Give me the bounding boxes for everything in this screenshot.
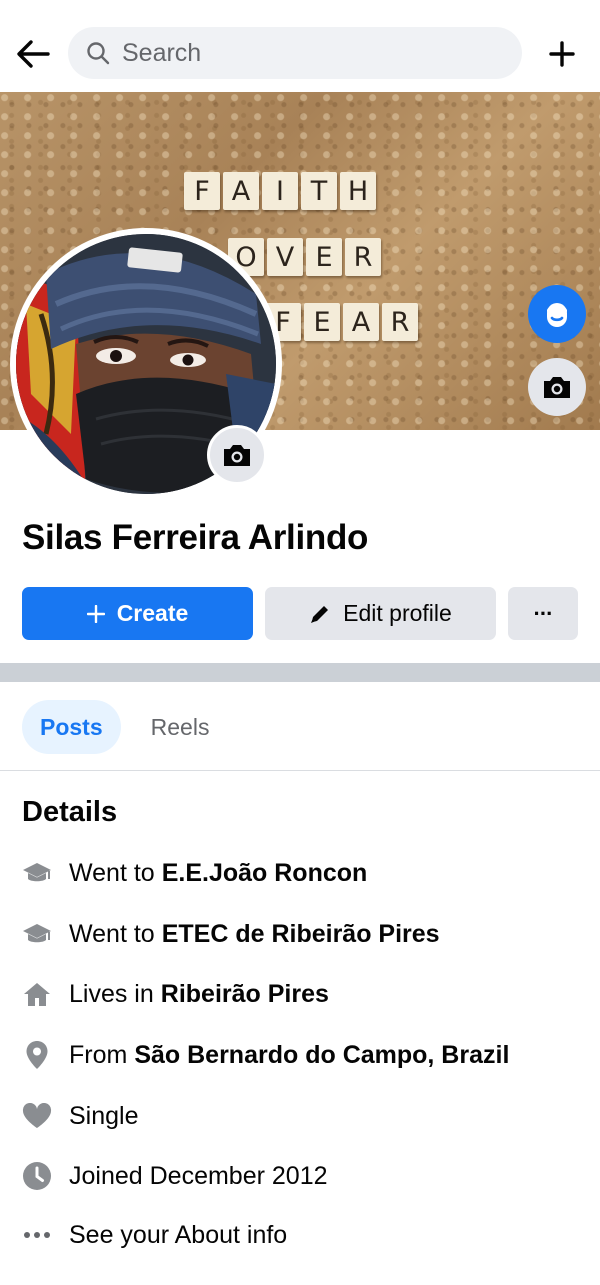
edit-cover-photo-button[interactable] (528, 358, 586, 416)
cover-tiles-row-1: F A I T H (184, 172, 376, 210)
edit-profile-picture-button[interactable] (207, 425, 267, 485)
graduation-cap-icon (22, 919, 52, 949)
letter-tile: T (301, 172, 337, 210)
back-button[interactable] (12, 33, 54, 75)
letter-tile: V (267, 238, 303, 276)
create-button-label: Create (116, 600, 189, 626)
edit-profile-button[interactable]: Edit profile (265, 587, 496, 640)
tab-posts[interactable]: Posts (22, 700, 121, 754)
detail-joined[interactable]: Joined December 2012 (22, 1156, 328, 1196)
create-button[interactable]: Create (22, 587, 253, 640)
cover-tiles-row-2: O V E R (228, 238, 381, 276)
letter-tile: R (345, 238, 381, 276)
edit-profile-label: Edit profile (343, 600, 452, 626)
detail-prefix: Lives in (69, 979, 154, 1008)
tab-reels[interactable]: Reels (133, 700, 228, 754)
plus-icon (86, 604, 105, 623)
more-dots-icon: ··· (533, 600, 554, 626)
top-bar: Search (0, 0, 600, 92)
location-pin-icon (22, 1040, 52, 1070)
avatar-face-icon (547, 303, 567, 327)
detail-prefix: Went to (69, 919, 155, 948)
profile-actions: Create Edit profile ··· (22, 587, 578, 640)
create-post-button[interactable] (540, 32, 584, 76)
detail-prefix: Went to (69, 858, 155, 887)
graduation-cap-icon (22, 858, 52, 888)
search-input[interactable]: Search (68, 27, 522, 79)
detail-education-1[interactable]: Went to E.E.João Roncon (22, 853, 367, 893)
letter-tile: H (340, 172, 376, 210)
detail-text: Joined December 2012 (69, 1161, 328, 1190)
detail-from[interactable]: From São Bernardo do Campo, Brazil (22, 1035, 509, 1075)
letter-tile: E (304, 303, 340, 341)
detail-relationship[interactable]: Single (22, 1096, 139, 1136)
letter-tile: R (382, 303, 418, 341)
camera-icon (224, 445, 250, 466)
detail-prefix: From (69, 1040, 128, 1069)
detail-text: Single (69, 1101, 139, 1130)
detail-value: ETEC de Ribeirão Pires (161, 919, 440, 948)
heart-icon (22, 1101, 52, 1131)
clock-icon (22, 1161, 52, 1191)
pencil-icon (309, 603, 331, 625)
detail-value: E.E.João Roncon (161, 858, 368, 887)
detail-value: Ribeirão Pires (160, 979, 329, 1008)
letter-tile: A (223, 172, 259, 210)
section-divider (0, 663, 600, 682)
tabs-divider (0, 770, 600, 771)
home-icon (22, 979, 52, 1009)
detail-text: See your About info (69, 1220, 288, 1249)
search-icon (87, 42, 110, 65)
detail-value: São Bernardo do Campo, Brazil (134, 1040, 510, 1069)
detail-lives-in[interactable]: Lives in Ribeirão Pires (22, 974, 329, 1014)
see-about-info-link[interactable]: See your About info (22, 1215, 287, 1255)
more-options-button[interactable]: ··· (508, 587, 578, 640)
letter-tile: E (306, 238, 342, 276)
avatar-button[interactable] (528, 285, 586, 343)
details-title: Details (22, 796, 118, 828)
plus-icon (549, 41, 575, 67)
letter-tile: I (262, 172, 298, 210)
back-arrow-icon (17, 40, 50, 68)
detail-education-2[interactable]: Went to ETEC de Ribeirão Pires (22, 914, 440, 954)
profile-name: Silas Ferreira Arlindo (22, 518, 369, 557)
letter-tile: A (343, 303, 379, 341)
more-dots-icon (22, 1220, 52, 1250)
profile-tabs: Posts Reels (22, 700, 239, 754)
search-placeholder: Search (122, 38, 202, 67)
cover-tiles-row-3: F E A R (265, 303, 418, 341)
letter-tile: F (184, 172, 220, 210)
camera-icon (544, 377, 570, 398)
